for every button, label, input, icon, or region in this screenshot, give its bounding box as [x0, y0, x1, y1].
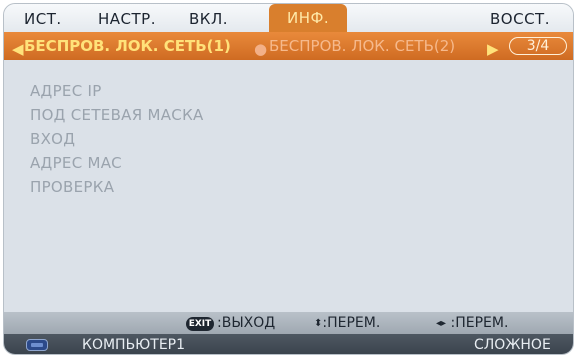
- tab-adjust[interactable]: ВКЛ.: [189, 10, 228, 28]
- left-arrow-icon[interactable]: ◀: [12, 40, 24, 58]
- leftright-hint-label: :ПЕРЕМ.: [450, 315, 509, 331]
- updown-hint: ⬍:ПЕРЕМ.: [314, 315, 380, 331]
- menu-mode-label: СЛОЖНОЕ: [474, 337, 551, 353]
- list-item-subnet-mask: ПОД СЕТЕВАЯ МАСКА: [30, 106, 204, 124]
- leftright-hint: ◂▸ :ПЕРЕМ.: [436, 315, 508, 331]
- input-source-label: КОМПЬЮТЕР1: [82, 337, 186, 353]
- status-bar: КОМПЬЮТЕР1 СЛОЖНОЕ: [4, 334, 573, 354]
- sub-tab-bar: ◀ БЕСПРОВ. ЛОК. СЕТЬ(1) ● БЕСПРОВ. ЛОК. …: [4, 32, 573, 60]
- subtab-wireless-lan-2[interactable]: БЕСПРОВ. ЛОК. СЕТЬ(2): [269, 37, 455, 55]
- exit-hint-label: :ВЫХОД: [217, 315, 276, 331]
- tab-source[interactable]: ИСТ.: [24, 10, 62, 28]
- exit-key-icon: EXIT: [186, 317, 214, 331]
- computer-input-icon: [26, 339, 48, 351]
- tab-setup[interactable]: НАСТР.: [98, 10, 156, 28]
- page-indicator: 3/4: [509, 37, 567, 55]
- tab-reset[interactable]: ВОССТ.: [490, 10, 550, 28]
- main-tab-bar: ИСТ. НАСТР. ВКЛ. ИНФ. ВОССТ.: [4, 4, 573, 32]
- list-item-mac-address: АДРЕС MAC: [30, 154, 122, 172]
- subtab-wireless-lan-1[interactable]: БЕСПРОВ. ЛОК. СЕТЬ(1): [24, 37, 231, 55]
- key-hints-bar: EXIT:ВЫХОД ⬍:ПЕРЕМ. ◂▸ :ПЕРЕМ.: [4, 312, 573, 334]
- info-list: АДРЕС IP ПОД СЕТЕВАЯ МАСКА ВХОД АДРЕС MA…: [4, 60, 573, 312]
- right-arrow-icon[interactable]: ▶: [487, 40, 499, 58]
- list-item-check: ПРОВЕРКА: [30, 178, 115, 196]
- osd-menu: ИСТ. НАСТР. ВКЛ. ИНФ. ВОССТ. ◀ БЕСПРОВ. …: [3, 3, 574, 355]
- updown-hint-label: :ПЕРЕМ.: [322, 315, 381, 331]
- exit-hint: EXIT:ВЫХОД: [186, 315, 275, 331]
- list-item-gateway: ВХОД: [30, 130, 76, 148]
- list-item-ip-address: АДРЕС IP: [30, 82, 102, 100]
- leftright-arrows-icon: ◂▸: [436, 318, 447, 329]
- separator-dot-icon: ●: [254, 40, 268, 58]
- tab-info[interactable]: ИНФ.: [269, 4, 348, 32]
